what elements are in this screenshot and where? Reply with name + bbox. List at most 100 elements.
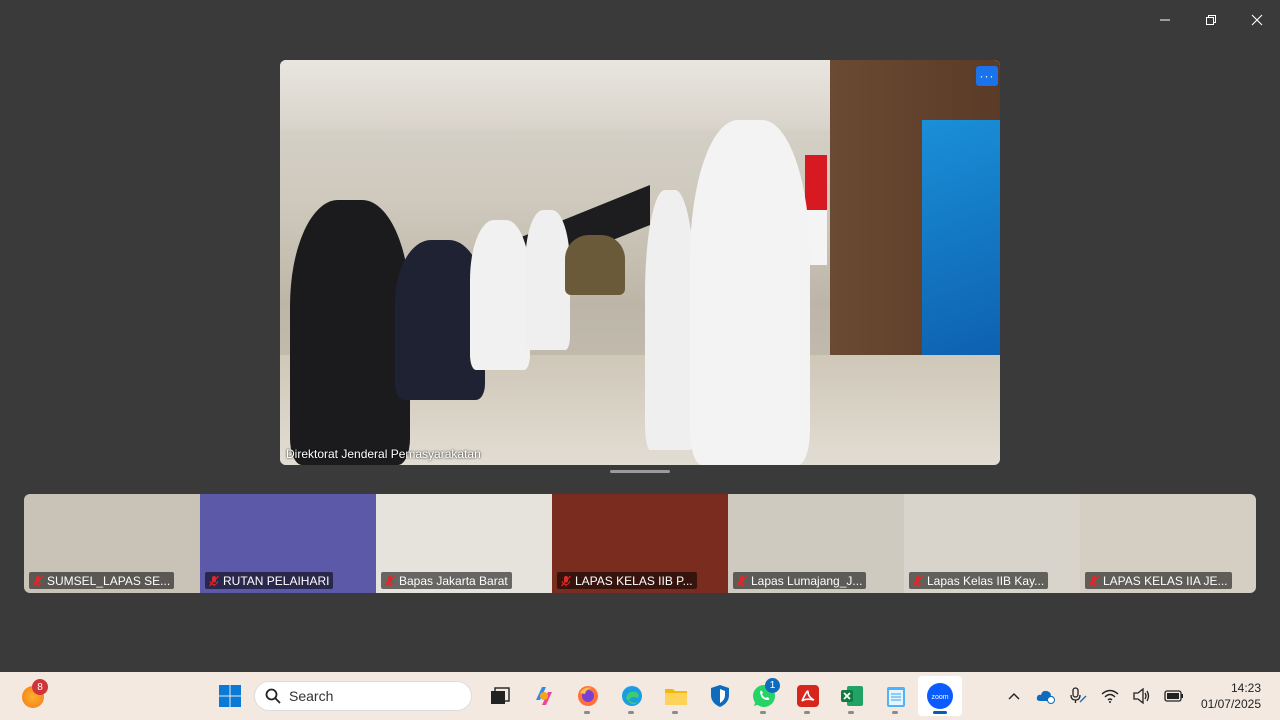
running-indicator [672,711,678,714]
active-speaker-video[interactable]: ··· Direktorat Jenderal Pemasyarakatan [280,60,1000,465]
notepad-icon [887,687,905,707]
excel-icon [841,686,863,706]
video-person [525,210,570,350]
mic-muted-icon [913,575,923,586]
microphone-icon [1070,687,1087,703]
running-indicator [760,711,766,714]
windows-logo-icon [219,685,241,707]
whatsapp-notification-badge: 1 [765,678,780,693]
excel-app[interactable] [830,676,874,716]
wifi-status[interactable] [1094,680,1126,712]
restore-icon [1206,15,1216,25]
taskbar-clock[interactable]: 14:23 01/07/2025 [1190,680,1280,712]
clock-date: 01/07/2025 [1200,697,1261,711]
video-more-options-button[interactable]: ··· [976,66,998,86]
acrobat-icon [797,685,819,707]
minimize-button[interactable] [1142,0,1188,40]
close-button[interactable] [1234,0,1280,40]
video-person [565,235,625,295]
taskbar-search[interactable]: Search [254,681,472,711]
show-hidden-icons-button[interactable] [998,680,1030,712]
weather-widget[interactable]: 8 [20,679,48,710]
taskbar-apps: Search 1 zoom [208,672,962,720]
running-indicator [933,711,947,714]
chevron-up-icon [1008,693,1020,700]
participant-tile[interactable]: LAPAS KELAS IIB P... [552,494,728,593]
zoom-app[interactable]: zoom [918,676,962,716]
participant-name: Bapas Jakarta Barat [399,573,508,588]
onedrive-status[interactable] [1030,680,1062,712]
mic-muted-icon [33,575,43,586]
zoom-icon: zoom [927,683,953,709]
running-indicator [584,711,590,714]
copilot-icon [536,687,552,705]
wifi-icon [1101,689,1119,703]
participant-tile[interactable]: RUTAN PELAIHARI [200,494,376,593]
minimize-icon [1160,19,1170,21]
mic-muted-icon [737,575,747,586]
participant-name: SUMSEL_LAPAS SE... [47,573,171,588]
cloud-sync-icon [1036,690,1055,704]
clock-time: 14:23 [1230,681,1261,695]
participant-name-label: LAPAS KELAS IIB P... [557,572,697,589]
firefox-icon [578,686,598,706]
battery-icon [1164,690,1183,702]
copilot-app[interactable] [522,676,566,716]
participant-name-label: LAPAS KELAS IIA JE... [1085,572,1232,589]
edge-icon [622,686,642,706]
microphone-status[interactable] [1062,680,1094,712]
participant-name-label: Bapas Jakarta Barat [381,572,512,589]
gallery-resize-handle[interactable] [610,470,670,473]
start-button[interactable] [208,676,252,716]
mic-muted-icon [1089,575,1099,586]
acrobat-app[interactable] [786,676,830,716]
video-display-screen [922,120,1000,365]
firefox-app[interactable] [566,676,610,716]
video-person [290,200,410,465]
task-view-icon [491,687,510,704]
participant-name-label: RUTAN PELAIHARI [205,572,334,589]
system-tray: 14:23 01/07/2025 [998,672,1280,720]
participant-name: Lapas Lumajang_J... [751,573,863,588]
participant-name: LAPAS KELAS IIB P... [575,573,693,588]
video-person [690,120,810,465]
windows-taskbar: 8 Search 1 zoom 14:23 01/07/2025 [0,672,1280,720]
participant-name: LAPAS KELAS IIA JE... [1103,573,1228,588]
edge-app[interactable] [610,676,654,716]
whatsapp-app[interactable]: 1 [742,676,786,716]
shield-icon [711,685,729,707]
participant-tile[interactable]: Lapas Kelas IIB Kay... [904,494,1080,593]
participant-tile[interactable]: LAPAS KELAS IIA JE... [1080,494,1256,593]
task-view-button[interactable] [478,676,522,716]
participant-name-label: SUMSEL_LAPAS SE... [29,572,175,589]
battery-status[interactable] [1158,680,1190,712]
volume-status[interactable] [1126,680,1158,712]
file-explorer-app[interactable] [654,676,698,716]
participant-tile[interactable]: SUMSEL_LAPAS SE... [24,494,200,593]
running-indicator [804,711,810,714]
video-person [645,190,695,450]
participant-gallery: SUMSEL_LAPAS SE... RUTAN PELAIHARI Bapas J… [24,494,1256,593]
close-icon [1251,14,1263,26]
svg-text:zoom: zoom [931,694,948,701]
video-person [470,220,530,370]
security-app[interactable] [698,676,742,716]
mic-muted-icon [385,575,395,586]
window-controls [1142,0,1280,40]
running-indicator [628,711,634,714]
mic-muted-icon [561,575,571,586]
participant-tile[interactable]: Bapas Jakarta Barat [376,494,552,593]
weather-notification-badge: 8 [32,679,48,695]
search-icon [265,688,281,704]
restore-button[interactable] [1188,0,1234,40]
participant-tile[interactable]: Lapas Lumajang_J... [728,494,904,593]
participant-name-label: Lapas Lumajang_J... [733,572,867,589]
folder-icon [665,689,687,705]
speaker-icon [1133,688,1150,704]
participant-name: Lapas Kelas IIB Kay... [927,573,1045,588]
active-speaker-name: Direktorat Jenderal Pemasyarakatan [286,447,481,461]
search-placeholder: Search [289,688,334,704]
notepad-app[interactable] [874,676,918,716]
running-indicator [892,711,898,714]
mic-muted-icon [209,575,219,586]
